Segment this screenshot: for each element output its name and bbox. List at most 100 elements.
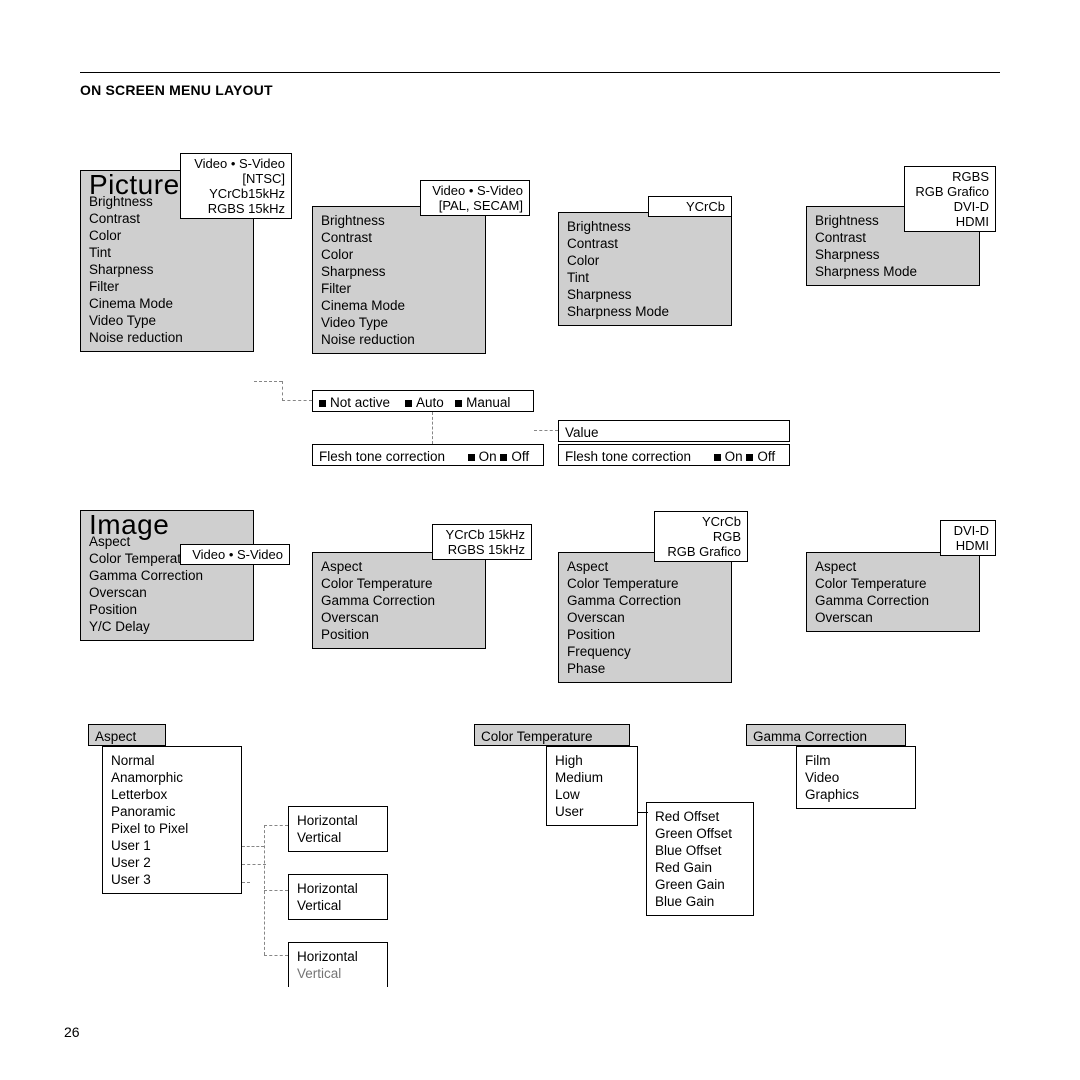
header-rule [80, 72, 1000, 73]
list-item: Low [555, 786, 629, 803]
tag-line: Video • S-Video [427, 183, 523, 198]
ct-user-list: Red Offset Green Offset Blue Offset Red … [646, 802, 754, 916]
option: Not active [330, 395, 390, 410]
list-item: Color [321, 246, 477, 263]
list-item: Overscan [567, 609, 723, 626]
connector [242, 846, 264, 847]
list-item: Gamma Correction [321, 592, 477, 609]
list-item: Position [321, 626, 477, 643]
list-item: Graphics [805, 786, 907, 803]
connector [534, 430, 558, 431]
list-item: Panoramic [111, 803, 233, 820]
bullet-icon [746, 454, 753, 461]
picture-col2: Brightness Contrast Color Sharpness Filt… [312, 206, 486, 354]
label: Value [565, 425, 599, 440]
list-item: User [555, 803, 629, 820]
tag-line: [PAL, SECAM] [427, 198, 523, 213]
list-item: Green Offset [655, 825, 745, 842]
list-item: Contrast [567, 235, 723, 252]
list-item: Green Gain [655, 876, 745, 893]
tag-line: RGBS [911, 169, 989, 184]
image-col1-tag: Video • S-Video [180, 544, 290, 565]
list-item: Color Temperature [321, 575, 477, 592]
ct-title: Color Temperature [474, 724, 630, 746]
tag-line: RGB Grafico [911, 184, 989, 199]
list-item: Film [805, 752, 907, 769]
list-item: Vertical [297, 829, 379, 846]
ct-list: High Medium Low User [546, 746, 638, 826]
list-item: Normal [111, 752, 233, 769]
option: On [479, 449, 497, 464]
page-number: 26 [64, 1024, 80, 1040]
tag-line: [NTSC] [187, 171, 285, 186]
list-item: Color Temperature [567, 575, 723, 592]
list-item: Overscan [89, 584, 245, 601]
connector [242, 864, 266, 865]
list-item: High [555, 752, 629, 769]
picture-col1-item: Video Type [89, 312, 245, 329]
hv-box-3: Horizontal Vertical [288, 942, 388, 987]
list-item: Medium [555, 769, 629, 786]
picture-col1-item: Filter [89, 278, 245, 295]
tag-line: RGB Grafico [661, 544, 741, 559]
picture-col1-item: Sharpness [89, 261, 245, 278]
list-item: Vertical [297, 965, 379, 982]
picture-col1-item: Color [89, 227, 245, 244]
list-item: Blue Offset [655, 842, 745, 859]
connector [282, 400, 312, 401]
list-item: Sharpness [815, 246, 971, 263]
list-item: Horizontal [297, 948, 379, 965]
list-item: Vertical [297, 897, 379, 914]
aspect-title: Aspect [88, 724, 166, 746]
list-item: Position [89, 601, 245, 618]
list-item: Filter [321, 280, 477, 297]
hv-box-1: Horizontal Vertical [288, 806, 388, 852]
list-item: Overscan [321, 609, 477, 626]
connector [638, 812, 648, 813]
image-col3: Aspect Color Temperature Gamma Correctio… [558, 552, 732, 683]
list-item: User 1 [111, 837, 233, 854]
tag-line: HDMI [911, 214, 989, 229]
list-item: Red Offset [655, 808, 745, 825]
list-item: Blue Gain [655, 893, 745, 910]
tag-line: DVI-D [911, 199, 989, 214]
label: Color Temperature [481, 729, 593, 744]
list-item: Tint [567, 269, 723, 286]
tag-line: Video • S-Video [187, 547, 283, 562]
picture-col1-item: Tint [89, 244, 245, 261]
connector [264, 890, 288, 891]
hv-box-2: Horizontal Vertical [288, 874, 388, 920]
label: Flesh tone correction [565, 449, 691, 464]
image-col2-tag: YCrCb 15kHz RGBS 15kHz [432, 524, 532, 560]
connector [432, 412, 433, 444]
tag-line: Video • S-Video [187, 156, 285, 171]
list-item: Contrast [321, 229, 477, 246]
picture-col3-tag: YCrCb [648, 196, 732, 217]
image-col4: Aspect Color Temperature Gamma Correctio… [806, 552, 980, 632]
list-item: Horizontal [297, 812, 379, 829]
connector [264, 955, 288, 956]
option: Off [757, 449, 775, 464]
aspect-list: Normal Anamorphic Letterbox Panoramic Pi… [102, 746, 242, 894]
list-item: Sharpness [567, 286, 723, 303]
list-item: User 3 [111, 871, 233, 888]
list-item: Position [567, 626, 723, 643]
option: Off [511, 449, 529, 464]
bullet-icon [714, 454, 721, 461]
section-title: ON SCREEN MENU LAYOUT [80, 82, 273, 98]
image-col4-tag: DVI-D HDMI [940, 520, 996, 556]
tag-line: YCrCb15kHz [187, 186, 285, 201]
list-item: Overscan [815, 609, 971, 626]
bullet-icon [405, 400, 412, 407]
image-col1: Image Aspect Color Temperature Gamma Cor… [80, 510, 254, 641]
image-col2: Aspect Color Temperature Gamma Correctio… [312, 552, 486, 649]
list-item: Aspect [321, 558, 477, 575]
label: Gamma Correction [753, 729, 867, 744]
picture-col4-tag: RGBS RGB Grafico DVI-D HDMI [904, 166, 996, 232]
picture-col1-item: Noise reduction [89, 329, 245, 346]
list-item: Aspect [815, 558, 971, 575]
connector [242, 882, 250, 883]
list-item: Frequency [567, 643, 723, 660]
picture-col1-tag: Video • S-Video [NTSC] YCrCb15kHz RGBS 1… [180, 153, 292, 219]
option: Auto [416, 395, 444, 410]
